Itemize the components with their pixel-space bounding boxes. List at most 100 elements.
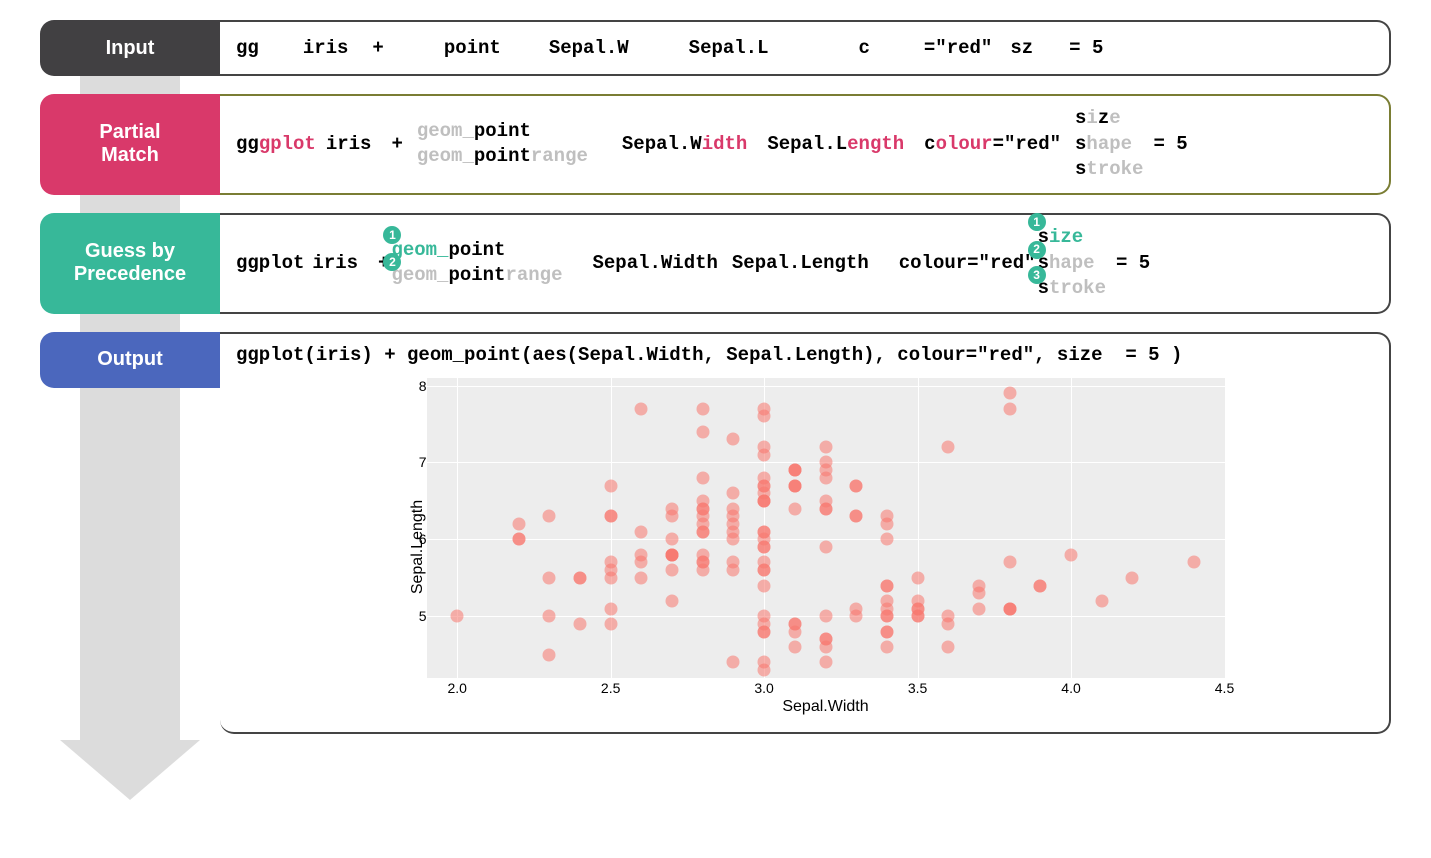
data-point <box>543 571 556 584</box>
data-point <box>911 594 924 607</box>
sz-options: size shape stroke <box>1075 106 1143 183</box>
x-axis-label: Sepal.Width <box>427 698 1225 716</box>
data-point <box>696 471 709 484</box>
data-point <box>635 402 648 415</box>
data-point <box>635 571 648 584</box>
data-point <box>604 479 617 492</box>
data-point <box>942 641 955 654</box>
data-point <box>819 502 832 515</box>
input-step: Input gg iris + point Sepal.W Sepal.L c … <box>40 20 1391 76</box>
data-point <box>880 625 893 638</box>
data-point <box>666 548 679 561</box>
tok-point: point <box>444 37 501 59</box>
data-point <box>819 656 832 669</box>
tok-coloureq: colour="red" <box>899 252 1036 274</box>
tok-iris: iris <box>303 37 349 59</box>
data-point <box>788 479 801 492</box>
data-point <box>635 525 648 538</box>
data-point <box>942 441 955 454</box>
tok-iris: iris <box>312 252 358 274</box>
y-ticks: 5678 <box>403 378 427 678</box>
data-point <box>1034 579 1047 592</box>
data-point <box>758 402 771 415</box>
y-tick-label: 5 <box>419 608 427 624</box>
output-content: ggplot(iris) + geom_point(aes(Sepal.Widt… <box>220 332 1391 734</box>
data-point <box>911 610 924 623</box>
data-point <box>543 510 556 523</box>
guess-content: ggplot iris + 1geom_point 2geom_pointran… <box>220 213 1391 314</box>
badge-s3: 3 <box>1028 266 1046 284</box>
input-label: Input <box>40 20 220 76</box>
data-point <box>850 479 863 492</box>
data-point <box>758 541 771 554</box>
data-point <box>942 617 955 630</box>
data-point <box>727 433 740 446</box>
input-content: gg iris + point Sepal.W Sepal.L c ="red"… <box>220 20 1391 76</box>
data-point <box>573 617 586 630</box>
data-point <box>727 656 740 669</box>
data-point <box>758 479 771 492</box>
tok-gg: gg <box>236 37 259 59</box>
data-point <box>604 571 617 584</box>
data-point <box>1003 402 1016 415</box>
data-point <box>543 648 556 661</box>
match-content: gggplot iris + geom_point geom_pointrang… <box>220 94 1391 195</box>
data-point <box>758 625 771 638</box>
badge-s2: 2 <box>1028 241 1046 259</box>
data-point <box>911 571 924 584</box>
tok-sz: sz <box>1010 37 1033 59</box>
data-point <box>604 510 617 523</box>
data-point <box>880 533 893 546</box>
tok-colour: colour="red" <box>924 133 1061 155</box>
guess-step: Guess by Precedence ggplot iris + 1geom_… <box>40 213 1391 314</box>
data-point <box>696 510 709 523</box>
tok-plus: + <box>391 133 402 155</box>
match-label: Partial Match <box>40 94 220 195</box>
badge-s1: 1 <box>1028 213 1046 231</box>
data-point <box>880 602 893 615</box>
tok-eq5: = 5 <box>1116 252 1150 274</box>
data-point <box>819 641 832 654</box>
data-point <box>758 441 771 454</box>
data-point <box>1003 602 1016 615</box>
data-point <box>696 425 709 438</box>
data-point <box>727 487 740 500</box>
data-point <box>666 594 679 607</box>
data-point <box>604 602 617 615</box>
data-point <box>727 533 740 546</box>
tok-iris: iris <box>326 133 372 155</box>
tok-plus: + <box>372 37 383 59</box>
y-tick-label: 6 <box>419 531 427 547</box>
data-point <box>972 602 985 615</box>
data-point <box>819 541 832 554</box>
tok-sepallength: Sepal.Length <box>732 252 869 274</box>
data-point <box>850 610 863 623</box>
x-tick-label: 2.5 <box>601 680 620 696</box>
data-point <box>880 517 893 530</box>
guess-label: Guess by Precedence <box>40 213 220 314</box>
data-point <box>788 641 801 654</box>
x-tick-label: 4.0 <box>1061 680 1080 696</box>
data-point <box>666 510 679 523</box>
data-point <box>512 517 525 530</box>
tok-sepalw: Sepal.W <box>549 37 629 59</box>
data-point <box>727 556 740 569</box>
data-point <box>1095 594 1108 607</box>
x-ticks: 2.02.53.03.54.04.5 <box>427 678 1225 696</box>
sz-ranked: 1size 2shape 3stroke <box>1038 225 1106 302</box>
tok-sepalwidth: Sepal.Width <box>622 133 747 155</box>
data-point <box>604 617 617 630</box>
data-point <box>543 610 556 623</box>
data-point <box>666 533 679 546</box>
y-tick-label: 7 <box>419 454 427 470</box>
data-point <box>788 617 801 630</box>
tok-ggplot: gggplot <box>236 133 316 155</box>
data-point <box>696 402 709 415</box>
data-point <box>758 556 771 569</box>
x-tick-label: 3.0 <box>754 680 773 696</box>
match-step: Partial Match gggplot iris + geom_point … <box>40 94 1391 195</box>
data-point <box>573 571 586 584</box>
data-point <box>819 610 832 623</box>
data-point <box>880 579 893 592</box>
x-tick-label: 3.5 <box>908 680 927 696</box>
